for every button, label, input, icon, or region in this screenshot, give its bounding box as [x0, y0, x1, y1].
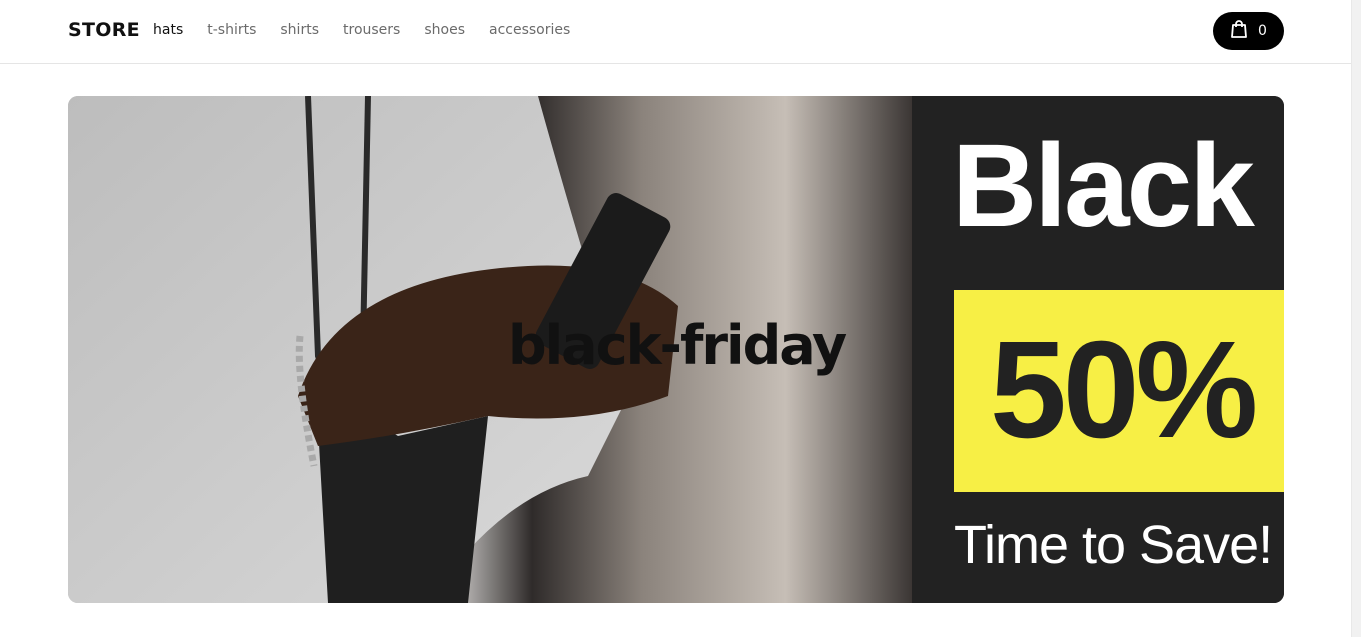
hero-banner[interactable]: black-friday Black 50% Time to Save!: [68, 96, 1284, 603]
cart-count: 0: [1258, 23, 1267, 39]
site-header: STORE hats t-shirts shirts trousers shoe…: [0, 0, 1351, 64]
nav-item-accessories[interactable]: accessories: [489, 21, 570, 39]
shopping-bag-icon: [1230, 19, 1248, 43]
promo-panel: Black 50% Time to Save!: [912, 96, 1284, 603]
store-logo[interactable]: STORE: [68, 19, 140, 41]
nav-item-hats[interactable]: hats: [153, 21, 183, 39]
promo-tagline: Time to Save!: [954, 515, 1273, 575]
nav-item-trousers[interactable]: trousers: [343, 21, 400, 39]
nav-item-t-shirts[interactable]: t-shirts: [207, 21, 256, 39]
promo-discount-box: 50%: [954, 290, 1284, 492]
banner-title: black-friday: [508, 314, 847, 377]
page-scrollbar[interactable]: [1351, 0, 1361, 637]
promo-discount: 50%: [990, 313, 1258, 467]
cart-button[interactable]: 0: [1213, 12, 1284, 50]
nav-item-shirts[interactable]: shirts: [280, 21, 319, 39]
nav-item-shoes[interactable]: shoes: [424, 21, 465, 39]
category-nav: hats t-shirts shirts trousers shoes acce…: [153, 21, 594, 39]
promo-headline: Black: [952, 120, 1255, 252]
